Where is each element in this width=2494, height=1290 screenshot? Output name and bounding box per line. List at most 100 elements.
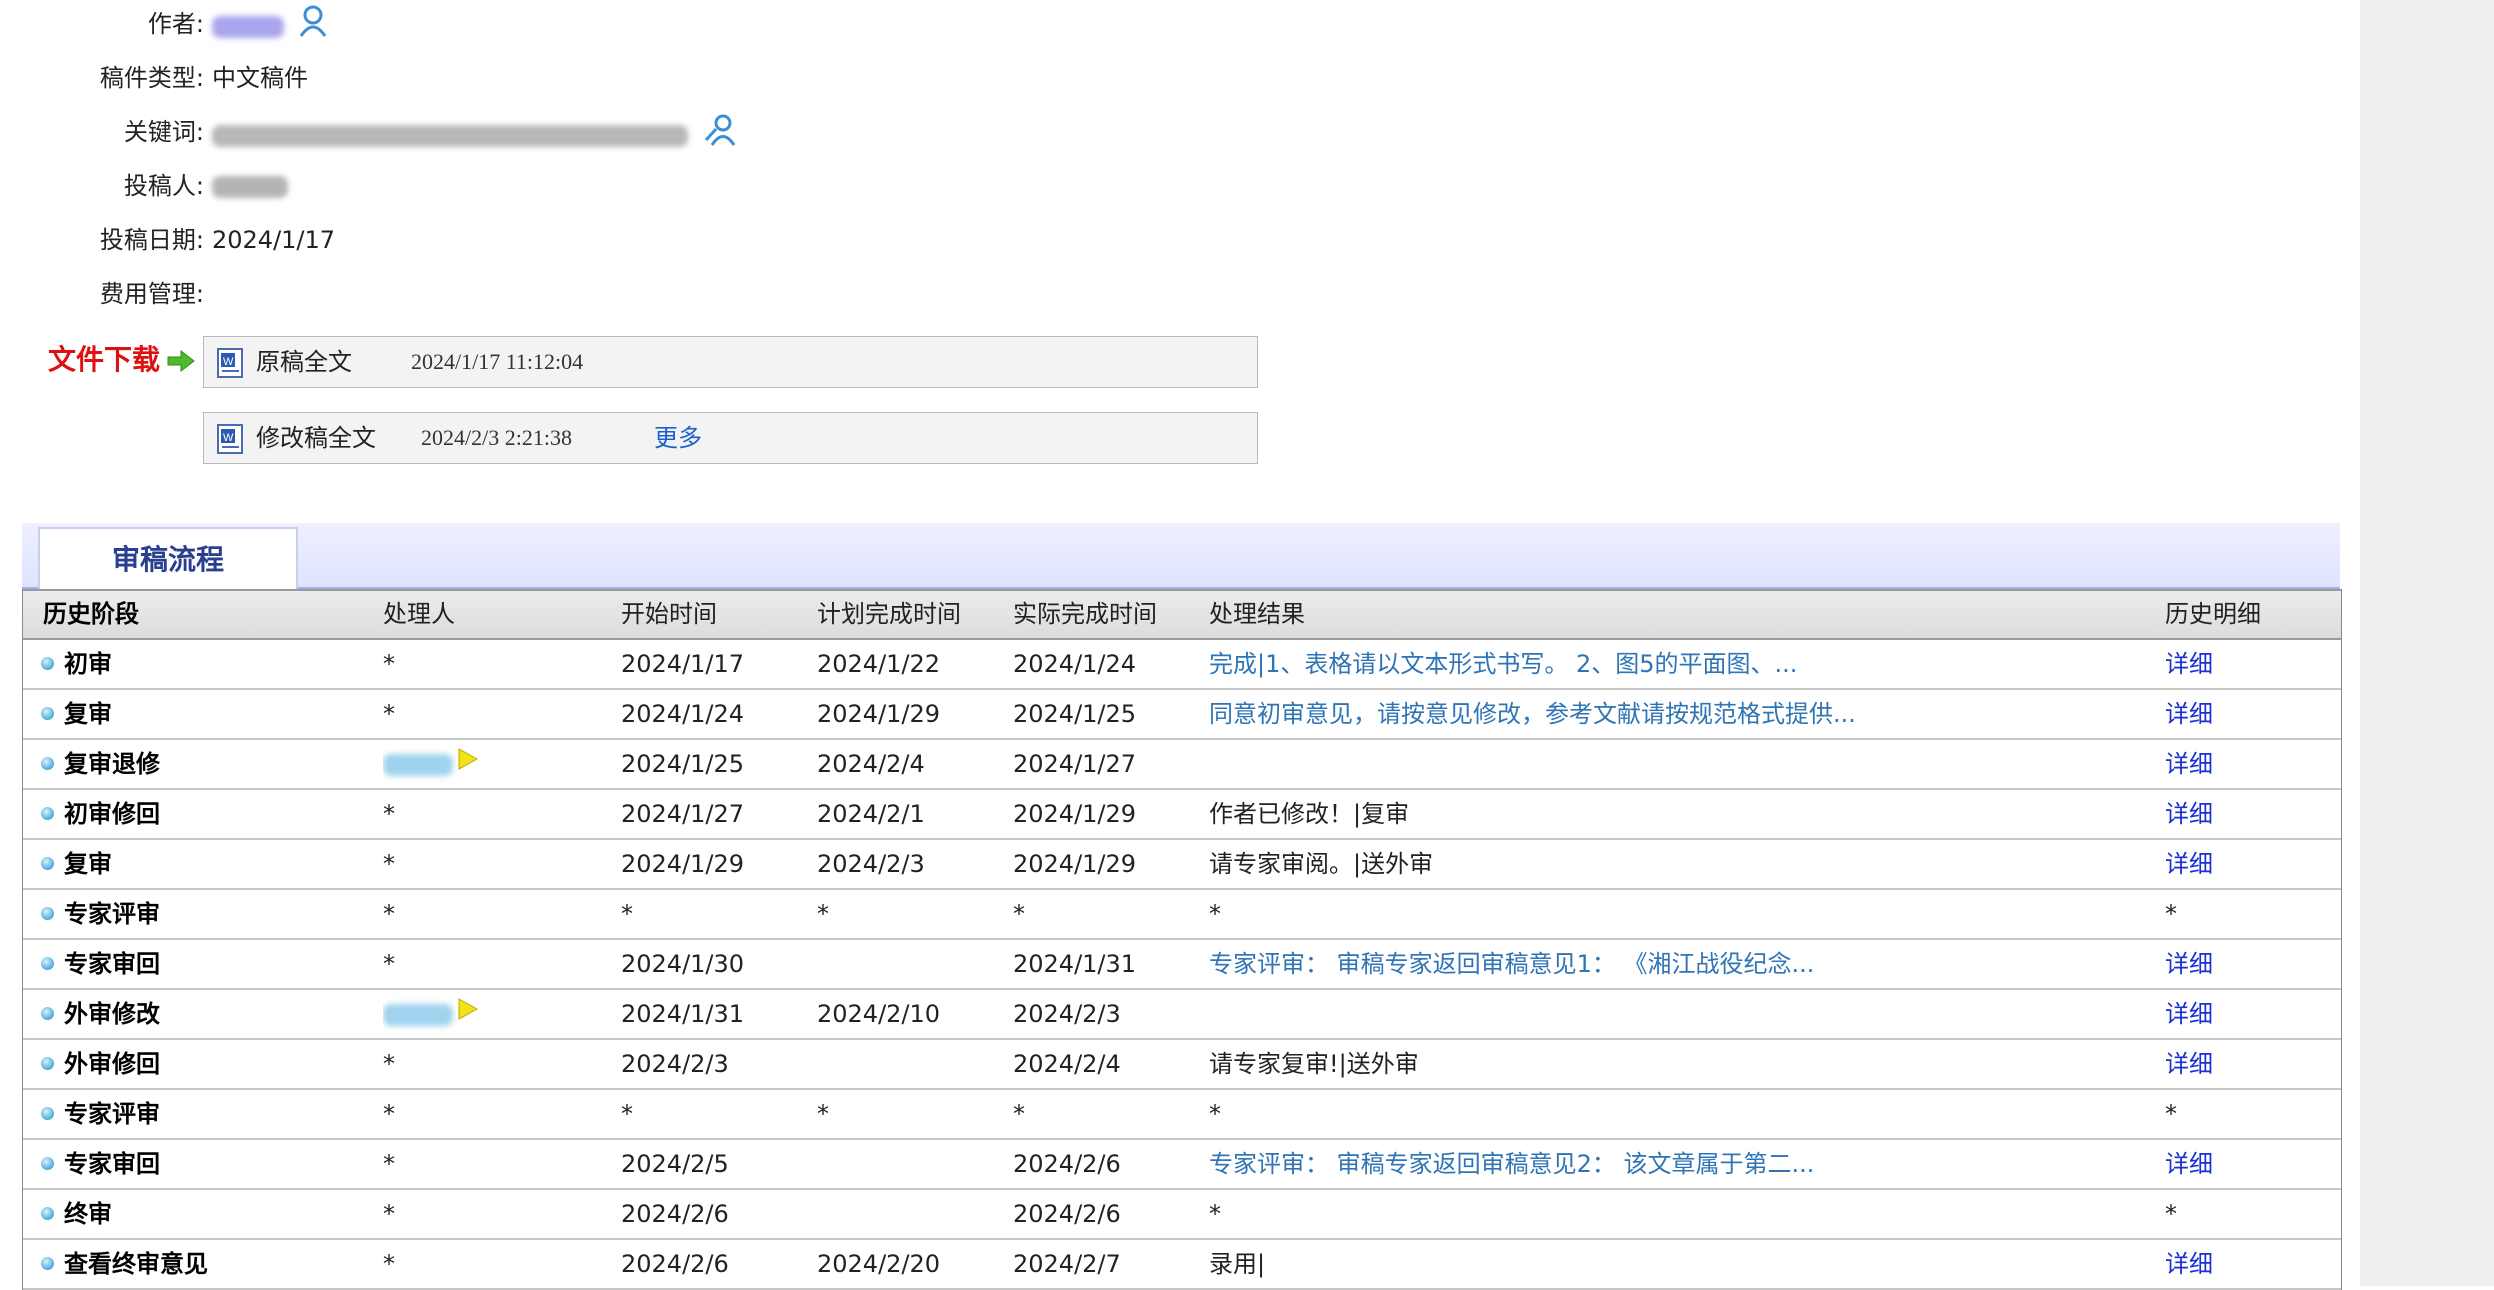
date-label: 投稿日期: (99, 226, 204, 254)
word-document-icon: W (216, 346, 246, 396)
start-cell: 2024/1/17 (621, 650, 745, 678)
stage-cell: 复审 (41, 690, 112, 738)
table-row: 查看终审意见 * 2024/2/6 2024/2/20 2024/2/7 录用| 详细 (23, 1240, 2341, 1290)
stage-cell: 复审退修 (41, 740, 160, 788)
detail-link[interactable]: 详细 (2165, 640, 2213, 688)
result-cell[interactable]: 同意初审意见，请按意见修改，参考文献请按规范格式提供... (1209, 690, 2109, 738)
actual-cell: 2024/1/31 (1013, 950, 1137, 978)
table-row: 终审 * 2024/2/6 2024/2/6 * * (23, 1190, 2341, 1240)
actual-cell: 2024/1/29 (1013, 800, 1137, 828)
detail-link[interactable]: 详细 (2165, 740, 2213, 788)
handler-cell: * (383, 950, 395, 978)
handler-cell: * (383, 700, 395, 728)
table-row: 专家评审 * * * * * * (23, 1090, 2341, 1140)
detail-link[interactable]: 详细 (2165, 790, 2213, 838)
result-cell[interactable]: 专家评审： 审稿专家返回审稿意见1： 《湘江战役纪念... (1209, 940, 2109, 988)
actual-cell: 2024/2/7 (1013, 1250, 1121, 1278)
submitter-row: 投稿人: (0, 166, 1300, 206)
vertical-scrollbar[interactable] (2360, 0, 2494, 1286)
stage-cell: 复审 (41, 840, 112, 888)
result-cell: 录用| (1209, 1250, 1266, 1278)
result-cell: 请专家审阅。|送外审 (1209, 850, 1434, 878)
plan-cell: 2024/2/10 (817, 1000, 941, 1028)
flag-icon[interactable] (457, 991, 479, 1039)
submitter-label: 投稿人: (123, 172, 204, 200)
submitter-value (212, 166, 288, 206)
table-row: 初审 * 2024/1/17 2024/1/22 2024/1/24 完成|1、表格请以文… (23, 640, 2341, 690)
stage-name: 终审 (64, 1200, 112, 1228)
plan-cell: 2024/1/29 (817, 700, 941, 728)
file-revised-name[interactable]: 修改稿全文 (256, 413, 376, 463)
bullet-icon (41, 907, 54, 920)
detail-link[interactable]: 详细 (2165, 940, 2213, 988)
plan-cell: 2024/2/20 (817, 1250, 941, 1278)
detail-link[interactable]: 详细 (2165, 1240, 2213, 1288)
file-download-label: 文件下载 (48, 343, 161, 376)
detail-link[interactable]: 详细 (2165, 840, 2213, 888)
flag-icon[interactable] (457, 741, 479, 789)
table-row: 专家审回 * 2024/2/5 2024/2/6 专家评审： 审稿专家返回审稿意见2： … (23, 1140, 2341, 1190)
more-versions-link[interactable]: 更多 (654, 413, 702, 463)
date-value: 2024/1/17 (212, 226, 336, 254)
bullet-icon (41, 707, 54, 720)
header-detail: 历史明细 (2165, 600, 2261, 628)
actual-cell: * (1013, 900, 1025, 928)
start-cell: 2024/1/25 (621, 750, 745, 778)
bullet-icon (41, 1057, 54, 1070)
actual-cell: 2024/1/29 (1013, 850, 1137, 878)
bullet-icon (41, 1207, 54, 1220)
bullet-icon (41, 857, 54, 870)
bullet-icon (41, 957, 54, 970)
file-revised[interactable]: W 修改稿全文 2024/2/3 2:21:38 更多 (203, 412, 1258, 464)
actual-cell: 2024/1/24 (1013, 650, 1137, 678)
file-original-time: 2024/1/17 11:12:04 (411, 349, 584, 374)
date-row: 投稿日期: 2024/1/17 (0, 220, 1300, 260)
stage-name: 初审 (64, 650, 112, 678)
keywords-row: 关键词: (0, 112, 1300, 152)
handler-cell: * (383, 900, 395, 928)
stage-cell: 外审修回 (41, 1040, 160, 1088)
start-cell: 2024/2/5 (621, 1150, 729, 1178)
stage-cell: 查看终审意见 (41, 1240, 208, 1288)
plan-cell: 2024/2/3 (817, 850, 925, 878)
person-icon[interactable] (298, 4, 328, 50)
header-start: 开始时间 (621, 600, 717, 628)
stage-cell: 初审 (41, 640, 112, 688)
stage-name: 外审修回 (64, 1050, 160, 1078)
handler-redacted (383, 1004, 453, 1026)
detail-link[interactable]: 详细 (2165, 690, 2213, 738)
stage-name: 初审修回 (64, 800, 160, 828)
file-original[interactable]: W 原稿全文 2024/1/17 11:12:04 (203, 336, 1258, 388)
tab-review-flow[interactable]: 审稿流程 (38, 527, 298, 589)
handler-cell: * (383, 1250, 395, 1278)
bullet-icon (41, 807, 54, 820)
stage-cell: 专家审回 (41, 940, 160, 988)
result-cell[interactable]: 完成|1、表格请以文本形式书写。 2、图5的平面图、... (1209, 640, 2109, 688)
table-row: 复审 * 2024/1/24 2024/1/29 2024/1/25 同意初审意见，请按意… (23, 690, 2341, 740)
detail-link[interactable]: 详细 (2165, 990, 2213, 1038)
stage-cell: 终审 (41, 1190, 112, 1238)
fee-label: 费用管理: (99, 280, 204, 308)
start-cell: 2024/2/6 (621, 1250, 729, 1278)
detail-link[interactable]: 详细 (2165, 1040, 2213, 1088)
type-row: 稿件类型: 中文稿件 (0, 58, 1300, 98)
word-document-icon: W (216, 422, 246, 472)
stage-name: 外审修改 (64, 1000, 160, 1028)
file-original-name[interactable]: 原稿全文 (256, 337, 352, 387)
actual-cell: 2024/2/6 (1013, 1200, 1121, 1228)
result-cell[interactable]: 专家评审： 审稿专家返回审稿意见2： 该文章属于第二... (1209, 1140, 2109, 1188)
plan-cell: 2024/2/4 (817, 750, 925, 778)
author-row: 作者: (0, 4, 1300, 44)
result-cell: * (1209, 900, 1221, 928)
handler-cell: * (383, 1100, 395, 1128)
keywords-label: 关键词: (123, 118, 204, 146)
bullet-icon (41, 657, 54, 670)
search-person-icon[interactable] (702, 112, 738, 160)
stage-name: 专家评审 (64, 1100, 160, 1128)
arrow-right-icon (166, 349, 196, 376)
table-row: 外审修改 2024/1/31 2024/2/10 2024/2/3 详细 (23, 990, 2341, 1040)
bullet-icon (41, 1107, 54, 1120)
detail-link[interactable]: 详细 (2165, 1140, 2213, 1188)
stage-cell: 初审修回 (41, 790, 160, 838)
actual-cell: 2024/2/4 (1013, 1050, 1121, 1078)
